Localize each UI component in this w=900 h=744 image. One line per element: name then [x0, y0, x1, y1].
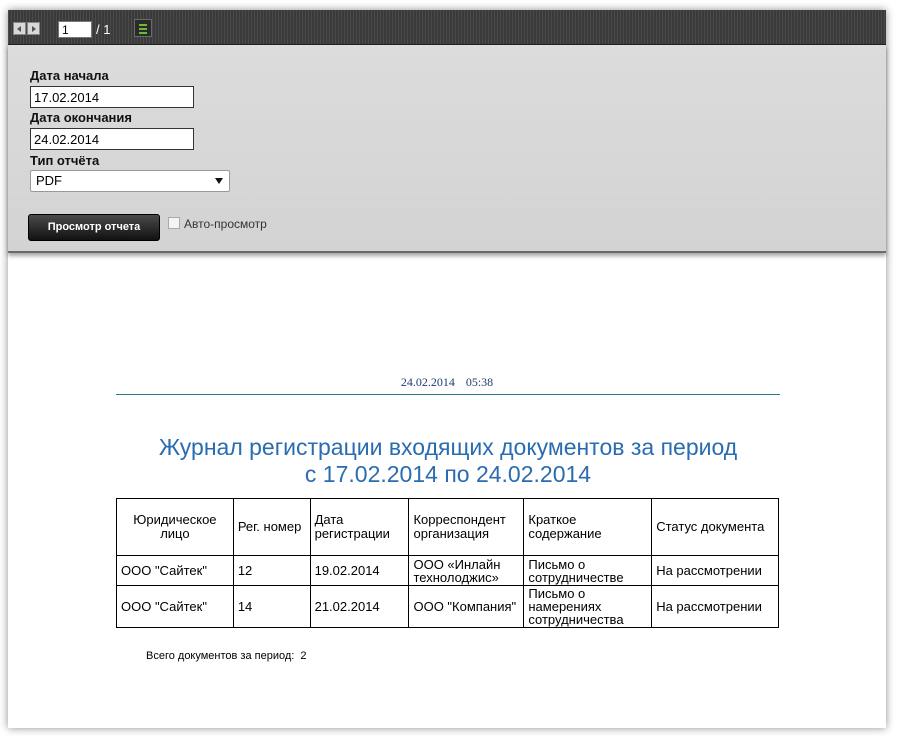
table-cell: 21.02.2014 — [309, 585, 410, 628]
table-cell: ООО "Компания" — [408, 585, 525, 628]
parameters-panel: Дата начала Дата окончания Тип отчёта PD… — [8, 45, 886, 253]
report-type-value: PDF — [36, 173, 62, 188]
total-value: 2 — [300, 650, 307, 662]
viewer-toolbar: / 1 — [8, 10, 886, 45]
page-number-input[interactable] — [58, 21, 92, 38]
auto-view-checkbox[interactable] — [168, 217, 180, 229]
table-cell: ООО "Сайтек" — [116, 555, 234, 586]
end-date-field[interactable] — [30, 128, 194, 150]
table-cell: 19.02.2014 — [309, 555, 410, 586]
view-report-button[interactable]: Просмотр отчета — [28, 214, 160, 241]
column-header: Корреспондент организация — [408, 498, 525, 556]
table-cell: Письмо о намерениях сотрудничества — [523, 585, 653, 628]
total-label: Всего документов за период: — [146, 650, 295, 662]
table-row: ООО "Сайтек" 14 21.02.2014 ООО "Компания… — [116, 585, 779, 628]
dropdown-arrow-icon — [215, 178, 223, 184]
table-header-row: Юридическое лицо Рег. номер Дата регистр… — [116, 498, 779, 556]
report-divider — [116, 394, 780, 395]
report-timestamp: 24.02.2014 05:38 — [400, 375, 494, 389]
report-viewer: / 1 Дата начала Дата окончания Тип отчёт… — [8, 10, 886, 728]
report-type-select[interactable]: PDF — [30, 170, 230, 192]
table-cell: Письмо о сотрудничестве — [523, 555, 653, 586]
start-date-label: Дата начала — [30, 68, 109, 83]
page-total: / 1 — [96, 22, 111, 37]
total-documents: Всего документов за период: 2 — [146, 650, 306, 662]
end-date-label: Дата окончания — [30, 110, 132, 125]
table-cell: 14 — [232, 585, 311, 628]
report-title-line2: с 17.02.2014 по 24.02.2014 — [304, 461, 592, 487]
table-cell: 12 — [232, 555, 311, 586]
report-page: 24.02.2014 05:38 Журнал регистрации вход… — [8, 253, 886, 728]
table-cell: На рассмотрении — [651, 555, 779, 586]
next-page-icon[interactable] — [27, 22, 40, 35]
documents-table: Юридическое лицо Рег. номер Дата регистр… — [116, 498, 779, 628]
column-header: Статус документа — [651, 498, 779, 556]
report-title: Журнал регистрации входящих документов з… — [88, 434, 808, 488]
column-header: Рег. номер — [232, 498, 311, 556]
column-header: Дата регистрации — [309, 498, 410, 556]
start-date-field[interactable] — [30, 86, 194, 108]
table-cell: На рассмотрении — [651, 585, 779, 628]
auto-view-label: Авто-просмотр — [184, 217, 267, 231]
report-type-label: Тип отчёта — [30, 153, 100, 168]
report-title-line1: Журнал регистрации входящих документов з… — [158, 434, 738, 460]
table-row: ООО "Сайтек" 12 19.02.2014 ООО «Инлайн т… — [116, 555, 779, 586]
table-cell: ООО "Сайтек" — [116, 585, 234, 628]
column-header: Юридическое лицо — [116, 498, 234, 556]
document-map-icon[interactable] — [134, 19, 152, 37]
column-header: Краткое содержание — [523, 498, 653, 556]
table-cell: ООО «Инлайн технолоджис» — [408, 555, 525, 586]
previous-page-icon[interactable] — [13, 22, 26, 35]
